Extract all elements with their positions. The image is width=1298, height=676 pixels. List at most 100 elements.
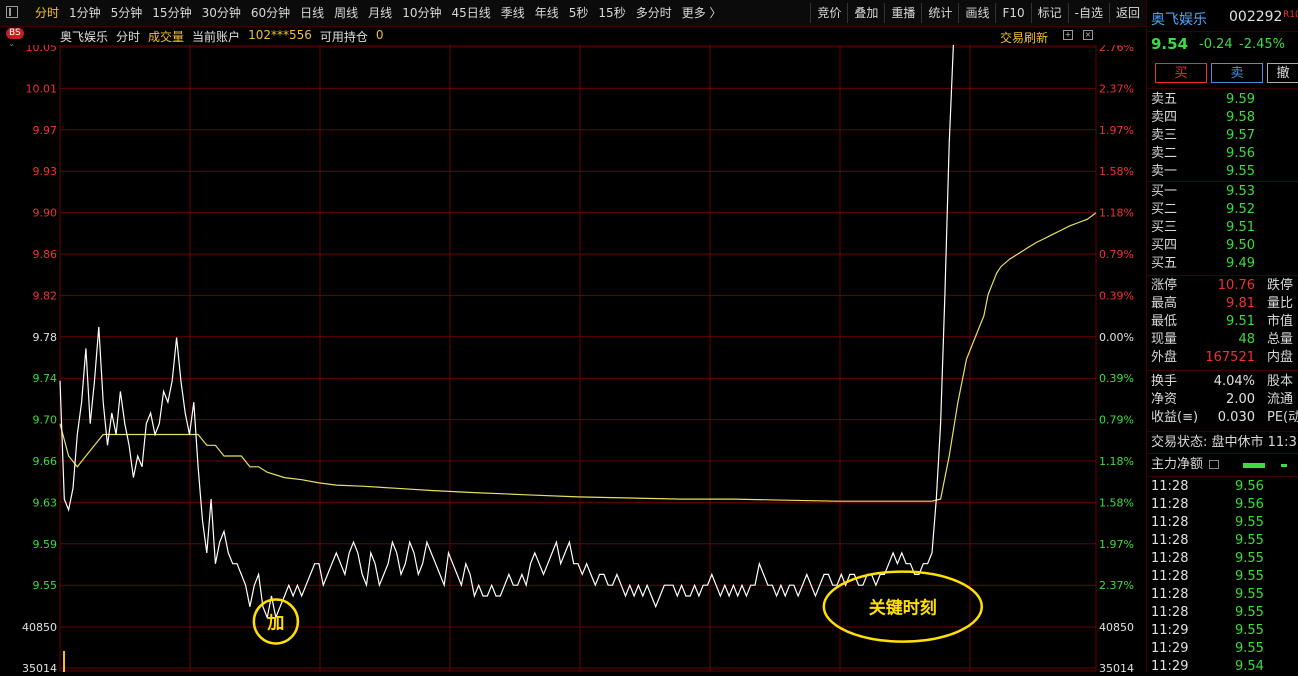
period-tab-0[interactable]: 分时 xyxy=(30,5,64,21)
asks-row[interactable]: 卖三 9.57 xyxy=(1147,127,1298,145)
period-tab-3[interactable]: 15分钟 xyxy=(147,5,196,21)
tick-time: 11:29 xyxy=(1151,641,1189,656)
tick-price: 9.54 xyxy=(1235,659,1264,674)
row-value: 0.030 xyxy=(1217,410,1255,425)
avg-price-line xyxy=(59,212,1097,502)
stats2-row[interactable]: 收益(≡) 0.030 PE(动 xyxy=(1147,409,1298,427)
volume-tick-label: 35014 xyxy=(22,662,57,672)
bids-row[interactable]: 买四 9.50 xyxy=(1147,237,1298,255)
stats1-row[interactable]: 最低 9.51 市值 xyxy=(1147,313,1298,331)
tool-button-2[interactable]: 重播 xyxy=(884,3,921,23)
pct-tick-label: 2.37% xyxy=(1099,579,1134,592)
period-tab-6[interactable]: 日线 xyxy=(295,5,329,21)
row-label: 买二 xyxy=(1151,202,1178,217)
bs-badge[interactable]: BS xyxy=(6,28,24,39)
period-tab-11[interactable]: 季线 xyxy=(496,5,530,21)
asks-row[interactable]: 卖二 9.56 xyxy=(1147,145,1298,163)
tool-button-8[interactable]: 返回 xyxy=(1108,3,1146,23)
annotation-label-key: 关键时刻 xyxy=(869,598,937,619)
close-chart-icon[interactable]: × xyxy=(1083,30,1093,40)
price-tick-label: 9.82 xyxy=(33,289,58,302)
period-tab-13[interactable]: 5秒 xyxy=(564,5,594,21)
annotation-label-add: 加 xyxy=(266,613,284,633)
row-value: 10.76 xyxy=(1217,278,1255,293)
row-label-right: 跌停 xyxy=(1267,278,1294,293)
price-tick-label: 10.05 xyxy=(26,45,58,54)
period-tab-5[interactable]: 60分钟 xyxy=(246,5,295,21)
period-tab-8[interactable]: 月线 xyxy=(363,5,397,21)
intraday-chart[interactable]: 10.05 2.76% 10.01 2.37% 9.97 1.97% 9.93 1.58% 9.… xyxy=(0,45,1146,672)
tool-button-0[interactable]: 竞价 xyxy=(810,3,847,23)
trade-status: 交易状态: 盘中休市 11:3 xyxy=(1151,435,1297,450)
pct-tick-label: 1.18% xyxy=(1099,207,1134,220)
info-item-1: 分时 xyxy=(116,30,141,44)
period-tab-4[interactable]: 30分钟 xyxy=(197,5,246,21)
row-label: 最低 xyxy=(1151,314,1178,329)
row-label: 换手 xyxy=(1151,374,1178,389)
pct-tick-label: 1.97% xyxy=(1099,538,1134,551)
tool-button-4[interactable]: 画线 xyxy=(958,3,995,23)
plot-frame xyxy=(59,45,1097,672)
row-value: 167521 xyxy=(1205,350,1255,365)
tool-button-7[interactable]: -自选 xyxy=(1067,3,1109,23)
period-tab-14[interactable]: 15秒 xyxy=(593,5,630,21)
asks-row[interactable]: 卖四 9.58 xyxy=(1147,109,1298,127)
asks-row[interactable]: 卖一 9.55 xyxy=(1147,163,1298,181)
info-item-0: 奥飞娱乐 xyxy=(60,30,109,44)
stats1-row[interactable]: 现量 48 总量 xyxy=(1147,331,1298,349)
period-tab-7[interactable]: 周线 xyxy=(329,5,363,21)
stats1-row[interactable]: 涨停 10.76 跌停 xyxy=(1147,277,1298,295)
stats1-row[interactable]: 外盘 167521 内盘 xyxy=(1147,349,1298,367)
last-price: 9.54 xyxy=(1151,35,1189,53)
period-tab-10[interactable]: 45日线 xyxy=(446,5,495,21)
stats2-row[interactable]: 净资 2.00 流通 xyxy=(1147,391,1298,409)
period-tab-15[interactable]: 多分时 xyxy=(631,5,677,21)
price-change: -0.24 xyxy=(1199,37,1233,52)
row-value: 9.51 xyxy=(1226,314,1255,329)
stats2-row[interactable]: 换手 4.04% 股本 xyxy=(1147,373,1298,391)
tick-row: 11:28 9.55 xyxy=(1147,550,1298,568)
buy-button[interactable]: 买 xyxy=(1155,63,1207,83)
tick-price: 9.56 xyxy=(1235,497,1264,512)
row-value: 9.81 xyxy=(1226,296,1255,311)
row-value: 9.50 xyxy=(1226,238,1255,253)
tick-time: 11:28 xyxy=(1151,605,1189,620)
bids-row[interactable]: 买五 9.49 xyxy=(1147,255,1298,273)
period-tab-9[interactable]: 10分钟 xyxy=(397,5,446,21)
tool-button-6[interactable]: 标记 xyxy=(1030,3,1068,23)
tool-button-1[interactable]: 叠加 xyxy=(847,3,884,23)
tick-row: 11:28 9.55 xyxy=(1147,604,1298,622)
stats1-row[interactable]: 最高 9.81 量比 xyxy=(1147,295,1298,313)
quote-panel: 奥飞娱乐 002292 R1000 9.54 -0.24 -2.45% 买 卖 … xyxy=(1146,0,1298,674)
row-label: 现量 xyxy=(1151,332,1178,347)
row-value: 9.53 xyxy=(1226,184,1255,199)
asks-row[interactable]: 卖五 9.59 xyxy=(1147,91,1298,109)
bids-row[interactable]: 买二 9.52 xyxy=(1147,201,1298,219)
tick-row: 11:28 9.55 xyxy=(1147,586,1298,604)
row-value: 9.49 xyxy=(1226,256,1255,271)
price-tick-label: 9.55 xyxy=(33,579,58,592)
bids-row[interactable]: 买一 9.53 xyxy=(1147,183,1298,201)
period-tab-1[interactable]: 1分钟 xyxy=(64,5,106,21)
tool-button-5[interactable]: F10 xyxy=(995,3,1030,23)
stock-name: 奥飞娱乐 xyxy=(1151,12,1207,28)
period-tab-2[interactable]: 5分钟 xyxy=(106,5,148,21)
price-tick-label: 9.74 xyxy=(33,372,58,385)
bids-row[interactable]: 买三 9.51 xyxy=(1147,219,1298,237)
tick-price: 9.55 xyxy=(1235,569,1264,584)
row-label-right: 流通 xyxy=(1267,392,1294,407)
period-tab-12[interactable]: 年线 xyxy=(530,5,564,21)
cancel-order-button[interactable]: 撤 xyxy=(1267,63,1298,83)
row-label-right: 市值 xyxy=(1267,314,1294,329)
trade-refresh-button[interactable]: 交易刷新 xyxy=(1000,29,1048,46)
expand-icon[interactable]: + xyxy=(1063,30,1073,40)
sell-button[interactable]: 卖 xyxy=(1211,63,1263,83)
row-value: 9.55 xyxy=(1226,164,1255,179)
sidebar-toggle-icon[interactable] xyxy=(6,6,18,18)
row-label: 买四 xyxy=(1151,238,1178,253)
row-label: 净资 xyxy=(1151,392,1178,407)
period-tab-16[interactable]: 更多 〉 xyxy=(677,5,727,21)
row-label-right: 内盘 xyxy=(1267,350,1294,365)
tool-button-3[interactable]: 统计 xyxy=(921,3,958,23)
list-icon[interactable] xyxy=(1209,460,1219,469)
